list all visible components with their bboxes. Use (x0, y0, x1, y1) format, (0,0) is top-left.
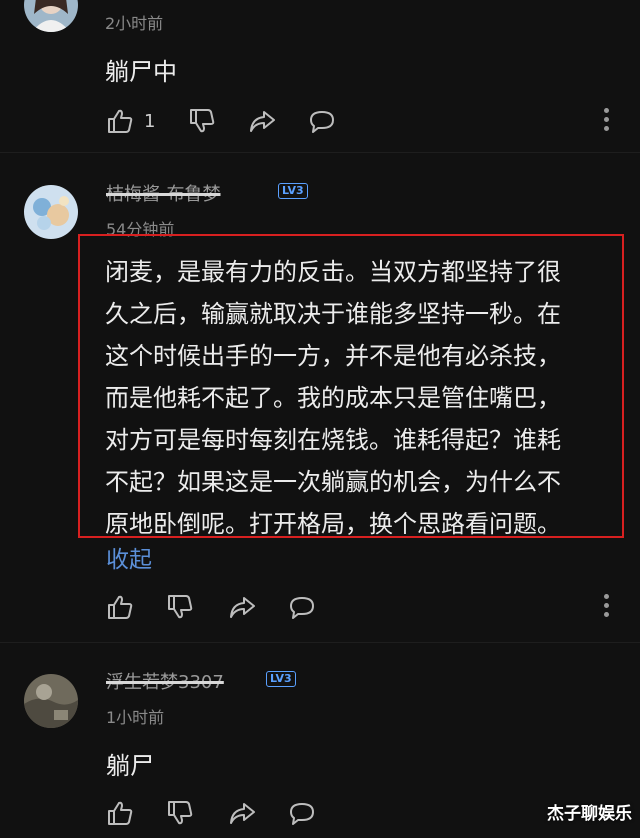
comment-time: 1小时前 (106, 708, 165, 727)
comment-actions (0, 590, 640, 624)
thumbs-down-icon (168, 595, 193, 619)
divider (0, 152, 640, 153)
thumbs-up-icon (108, 801, 133, 825)
reply-button[interactable] (288, 590, 316, 624)
more-icon[interactable] (602, 594, 610, 620)
reply-button[interactable] (288, 796, 316, 830)
divider (0, 642, 640, 643)
username[interactable]: 浮生若梦3307 (106, 668, 224, 694)
like-button[interactable] (106, 590, 134, 624)
avatar[interactable] (24, 674, 78, 728)
avatar[interactable] (24, 0, 78, 32)
thumbs-up-icon (108, 109, 133, 133)
comment-line: 这个时候出手的一方，并不是他有必杀技， (105, 342, 561, 370)
like-button[interactable] (106, 796, 134, 830)
comment-line: 闭麦，是最有力的反击。当双方都坚持了很 (105, 258, 561, 286)
comment-text: 闭麦，是最有力的反击。当双方都坚持了很 久之后，输赢就取决于谁能多坚持一秒。在 … (105, 251, 625, 545)
comment-line: 原地卧倒呢。打开格局，换个思路看问题。 (105, 510, 561, 538)
thumbs-up-icon (108, 595, 133, 619)
avatar[interactable] (24, 185, 78, 239)
comment-text: 躺尸 (106, 752, 154, 780)
share-button[interactable] (228, 796, 256, 830)
reply-icon (290, 803, 314, 825)
dislike-button[interactable] (188, 104, 216, 138)
like-button[interactable]: 1 (106, 104, 155, 138)
share-icon (250, 111, 275, 132)
comment-line: 不起？如果这是一次躺赢的机会，为什么不 (105, 468, 561, 496)
reply-icon (310, 111, 334, 133)
comment-actions: 1 (0, 104, 640, 138)
share-button[interactable] (248, 104, 276, 138)
comment-line: 而是他耗不起了。我的成本只是管住嘴巴， (105, 384, 561, 412)
dislike-button[interactable] (166, 590, 194, 624)
reply-button[interactable] (308, 104, 336, 138)
share-icon (230, 597, 255, 618)
comment-line: 久之后，输赢就取决于谁能多坚持一秒。在 (105, 300, 561, 328)
level-badge: LV3 (266, 671, 296, 687)
comment-text: 躺尸中 (105, 58, 177, 86)
share-button[interactable] (228, 590, 256, 624)
thumbs-down-icon (190, 109, 215, 133)
collapse-link[interactable]: 收起 (106, 540, 152, 574)
like-count: 1 (144, 110, 156, 132)
level-badge: LV3 (278, 183, 308, 199)
dislike-button[interactable] (166, 796, 194, 830)
comment-time: 2小时前 (105, 14, 164, 33)
more-icon[interactable] (602, 108, 610, 134)
reply-icon (290, 597, 314, 619)
share-icon (230, 803, 255, 824)
comment-line: 对方可是每时每刻在烧钱。谁耗得起？谁耗 (105, 426, 561, 454)
thumbs-down-icon (168, 801, 193, 825)
watermark: 杰子聊娱乐 (547, 804, 632, 824)
username[interactable]: 桔梅酱-布鲁梦 (106, 180, 221, 206)
comment-actions (0, 796, 640, 830)
